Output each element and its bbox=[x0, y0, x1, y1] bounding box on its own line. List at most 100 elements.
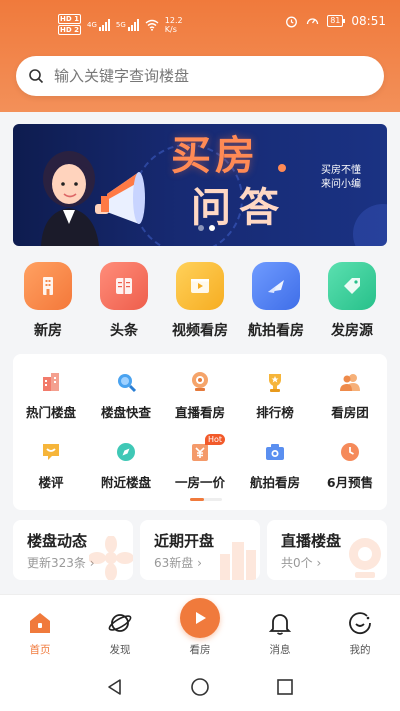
search-icon bbox=[29, 69, 44, 84]
plane-icon bbox=[252, 262, 300, 310]
tab-discover[interactable]: 发现 bbox=[80, 595, 160, 657]
woman-megaphone-illustration bbox=[41, 151, 145, 246]
signal2-icon bbox=[127, 18, 139, 31]
grid-item-hot-buildings[interactable]: 热门楼盘 bbox=[16, 370, 86, 421]
recents-square-icon bbox=[277, 679, 293, 695]
grid-label: 航拍看房 bbox=[249, 475, 300, 490]
hd-indicators: HD 1 HD 2 bbox=[58, 14, 81, 35]
tab-label: 我的 bbox=[349, 644, 371, 656]
camera-icon bbox=[188, 370, 212, 394]
banner-pagination bbox=[198, 225, 215, 231]
grid-item-tour-group[interactable]: 看房团 bbox=[315, 370, 385, 421]
signal2-type: 5G bbox=[115, 20, 126, 29]
flower-icon bbox=[89, 536, 133, 580]
grid-label: 排行榜 bbox=[256, 405, 294, 420]
card-subtitle: 更新323条 › bbox=[27, 556, 95, 570]
hd2-indicator: HD 2 bbox=[58, 25, 81, 35]
news-icon bbox=[100, 262, 148, 310]
grid-label: 一房一价 bbox=[174, 475, 225, 490]
feature-grid-panel: 热门楼盘 楼盘快查 直播看房 排行榜 看房团 楼评 附近楼盘 Hot 一房一价 … bbox=[13, 354, 387, 510]
category-new-house[interactable]: 新房 bbox=[10, 262, 86, 340]
tab-label: 看房 bbox=[189, 644, 211, 656]
grid-label: 楼盘快查 bbox=[100, 405, 151, 420]
clock: 08:51 bbox=[351, 14, 386, 28]
city-icon bbox=[220, 542, 256, 580]
card-live-projects[interactable]: 直播楼盘 共0个 › bbox=[267, 520, 387, 580]
card-subtitle: 共0个 › bbox=[281, 556, 322, 570]
hot-badge: Hot bbox=[205, 434, 226, 445]
grid-label: 看房团 bbox=[331, 405, 369, 420]
status-right: 81 08:51 bbox=[285, 14, 386, 28]
play-icon bbox=[196, 612, 206, 624]
grid-item-nearby[interactable]: 附近楼盘 bbox=[91, 440, 161, 491]
tab-profile[interactable]: 我的 bbox=[320, 595, 400, 657]
nav-home-button[interactable] bbox=[189, 676, 211, 698]
banner-subtitle-line1: 买房不懂 bbox=[321, 165, 361, 176]
category-label: 视频看房 bbox=[172, 323, 228, 339]
home-icon bbox=[0, 607, 80, 639]
card-title: 直播楼盘 bbox=[281, 532, 342, 550]
review-icon bbox=[39, 440, 63, 464]
grid-item-aerial[interactable]: 航拍看房 bbox=[240, 440, 310, 491]
planet-icon bbox=[80, 607, 160, 639]
card-title: 近期开盘 bbox=[154, 532, 215, 550]
banner-subtitle: 买房不懂 来问小编 bbox=[321, 164, 381, 192]
category-headlines[interactable]: 头条 bbox=[86, 262, 162, 340]
back-triangle-icon bbox=[108, 679, 121, 695]
grid-label: 直播看房 bbox=[174, 405, 225, 420]
video-icon bbox=[176, 262, 224, 310]
banner-decor-blob bbox=[353, 204, 387, 246]
banner-title-line1: 买房 bbox=[171, 133, 259, 179]
banner-dot-active[interactable] bbox=[209, 225, 215, 231]
category-video-tour[interactable]: 视频看房 bbox=[162, 262, 238, 340]
nav-back-button[interactable] bbox=[104, 676, 126, 698]
network-speed: 12.2 K/s bbox=[165, 16, 183, 34]
card-project-news[interactable]: 楼盘动态 更新323条 › bbox=[13, 520, 133, 580]
tag-icon bbox=[328, 262, 376, 310]
status-bar: HD 1 HD 2 4G 5G 12.2 K/s 81 08:51 bbox=[0, 0, 400, 40]
main-categories: 新房 头条 视频看房 航拍看房 发房源 bbox=[0, 262, 400, 342]
banner-carousel[interactable]: 买房 问答 买房不懂 来问小编 bbox=[13, 124, 387, 246]
signal1-type: 4G bbox=[86, 20, 97, 29]
search-icon bbox=[114, 370, 138, 394]
search-bar[interactable] bbox=[16, 56, 384, 96]
nav-recents-button[interactable] bbox=[274, 676, 296, 698]
category-aerial-tour[interactable]: 航拍看房 bbox=[238, 262, 314, 340]
grid-item-ranking[interactable]: 排行榜 bbox=[240, 370, 310, 421]
trophy-icon bbox=[263, 370, 287, 394]
status-left: HD 1 HD 2 4G 5G 12.2 K/s bbox=[58, 14, 183, 35]
tab-label: 发现 bbox=[109, 644, 131, 656]
webcam-icon bbox=[349, 538, 381, 578]
grid-item-quick-search[interactable]: 楼盘快查 bbox=[91, 370, 161, 421]
card-upcoming-openings[interactable]: 近期开盘 63新盘 › bbox=[140, 520, 260, 580]
alarm-icon bbox=[286, 16, 298, 27]
compass-icon bbox=[114, 440, 138, 464]
speed-unit: K/s bbox=[164, 24, 177, 34]
banner-dot[interactable] bbox=[198, 225, 204, 231]
search-input[interactable] bbox=[54, 67, 354, 85]
system-nav-bar bbox=[0, 660, 400, 711]
tab-home[interactable]: 首页 bbox=[0, 595, 80, 657]
tab-messages[interactable]: 消息 bbox=[240, 595, 320, 657]
category-label: 头条 bbox=[110, 323, 138, 339]
category-label: 航拍看房 bbox=[248, 323, 304, 339]
grid-item-presale[interactable]: 6月预售 bbox=[315, 440, 385, 491]
signal1-icon bbox=[98, 18, 110, 31]
aerial-icon bbox=[263, 440, 287, 464]
grid-item-reviews[interactable]: 楼评 bbox=[16, 440, 86, 491]
building-icon bbox=[24, 262, 72, 310]
category-label: 发房源 bbox=[331, 323, 373, 339]
card-title: 楼盘动态 bbox=[27, 532, 88, 550]
grid-item-live-tour[interactable]: 直播看房 bbox=[165, 370, 235, 421]
clock-icon bbox=[338, 440, 362, 464]
category-label: 新房 bbox=[34, 323, 62, 339]
card-subtitle: 63新盘 › bbox=[154, 556, 202, 570]
group-icon bbox=[338, 370, 362, 394]
hot-building-icon bbox=[39, 370, 63, 394]
category-post-listing[interactable]: 发房源 bbox=[314, 262, 390, 340]
hd1-indicator: HD 1 bbox=[58, 14, 81, 24]
banner-subtitle-line2: 来问小编 bbox=[321, 179, 361, 190]
tab-label: 首页 bbox=[29, 644, 51, 656]
grid-item-price[interactable]: Hot 一房一价 bbox=[165, 434, 235, 491]
play-button[interactable] bbox=[180, 598, 220, 638]
